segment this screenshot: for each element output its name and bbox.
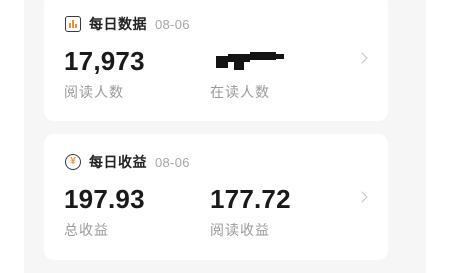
active-readers-label: 在读人数 [210, 84, 270, 100]
daily-income-date: 08-06 [155, 154, 190, 170]
yen-coin-icon: ¥ [65, 154, 81, 170]
readers-value: 17,973 [64, 46, 145, 76]
daily-income-title: 每日收益 [89, 154, 147, 170]
daily-stats-header: 每日数据 08-06 [65, 14, 190, 34]
daily-income-card[interactable]: ¥ 每日收益 08-06 197.93 总收益 177.72 阅读收益 [44, 134, 388, 260]
daily-stats-card[interactable]: 每日数据 08-06 17,973 阅读人数 在读人数 [44, 0, 388, 121]
active-readers-metric: 在读人数 [210, 46, 290, 102]
left-edge [0, 0, 24, 273]
active-readers-value [210, 46, 290, 76]
reading-income-metric: 177.72 阅读收益 [210, 184, 291, 240]
chevron-right-icon[interactable] [356, 191, 368, 203]
bar-chart-icon [65, 16, 81, 32]
total-income-label: 总收益 [64, 222, 109, 238]
daily-income-header: ¥ 每日收益 08-06 [65, 152, 190, 172]
reading-income-value: 177.72 [210, 184, 291, 214]
daily-stats-title: 每日数据 [89, 16, 147, 32]
reading-income-label: 阅读收益 [210, 222, 270, 238]
redacted-value [210, 46, 290, 76]
readers-metric: 17,973 阅读人数 [64, 46, 145, 102]
daily-stats-date: 08-06 [155, 16, 190, 32]
total-income-value: 197.93 [64, 184, 145, 214]
stats-page: 每日数据 08-06 17,973 阅读人数 在读人数 ¥ 每日收益 08-06… [0, 0, 450, 273]
right-edge [426, 0, 450, 273]
readers-label: 阅读人数 [64, 84, 124, 100]
total-income-metric: 197.93 总收益 [64, 184, 145, 240]
chevron-right-icon[interactable] [356, 52, 368, 64]
